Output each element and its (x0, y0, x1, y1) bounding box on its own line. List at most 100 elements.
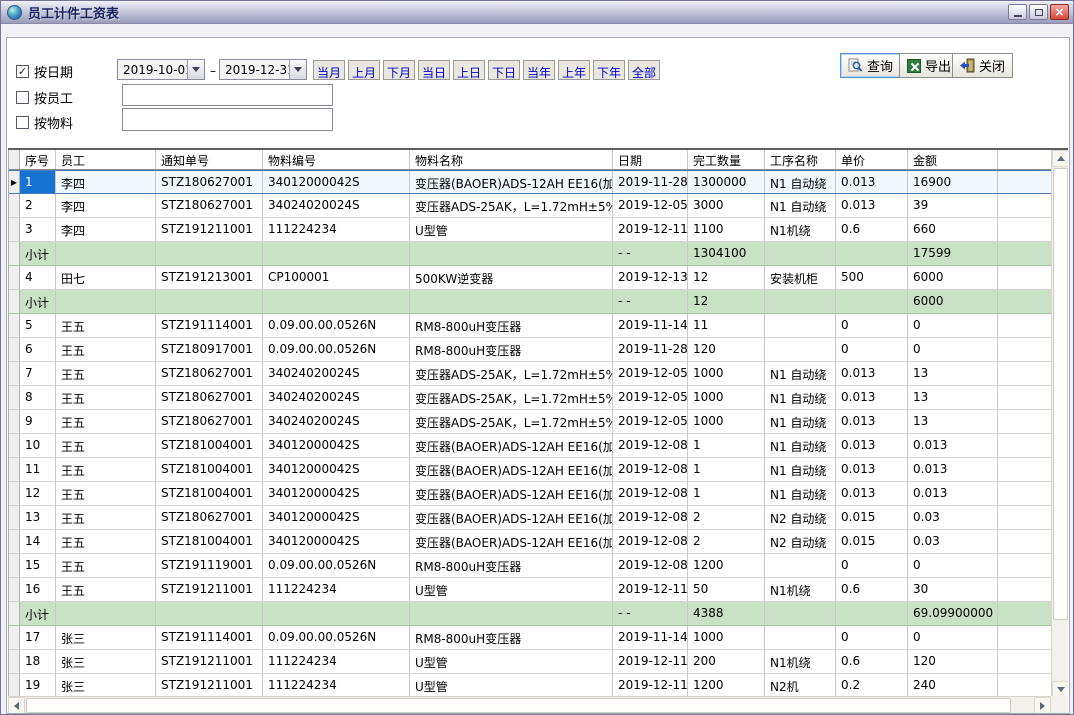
row-marker-cell[interactable] (9, 218, 20, 241)
table-row[interactable]: 12王五STZ18100400134012000042S变压器(BAOER)AD… (9, 482, 1051, 506)
row-marker-cell[interactable] (9, 578, 20, 601)
column-header[interactable]: 通知单号 (156, 150, 263, 169)
table-row[interactable]: 8王五STZ18062700134024020024S变压器ADS-25AK，L… (9, 386, 1051, 410)
cell: 500KW逆变器 (410, 266, 613, 289)
table-row[interactable]: 17张三STZ1911140010.09.00.00.0526NRM8-800u… (9, 626, 1051, 650)
cell: 王五 (56, 434, 156, 457)
quick-range-next-month[interactable]: 下月 (383, 60, 415, 80)
date-from-combo[interactable]: 2019-10-01 (117, 59, 205, 80)
row-marker-cell[interactable] (9, 194, 20, 217)
table-row[interactable]: 16王五STZ191211001111224234U型管2019-12-1150… (9, 578, 1051, 602)
row-marker-cell[interactable] (9, 674, 20, 697)
quick-range-prev-month[interactable]: 上月 (348, 60, 380, 80)
quick-range-current-month[interactable]: 当月 (313, 60, 345, 80)
query-button[interactable]: 查询 (840, 53, 901, 78)
cell: 13 (908, 386, 998, 409)
scroll-left-button[interactable] (8, 697, 25, 713)
table-row[interactable]: 2李四STZ18062700134024020024S变压器ADS-25AK，L… (9, 194, 1051, 218)
maximize-button[interactable] (1029, 4, 1048, 20)
row-marker-cell[interactable] (9, 482, 20, 505)
table-row[interactable]: 3李四STZ191211001111224234U型管2019-12-11110… (9, 218, 1051, 242)
table-row[interactable]: 13王五STZ18062700134012000042S变压器(BAOER)AD… (9, 506, 1051, 530)
material-input[interactable] (122, 108, 333, 131)
scroll-up-button[interactable] (1052, 150, 1068, 167)
row-marker-cell[interactable] (9, 458, 20, 481)
row-marker-cell[interactable] (9, 602, 20, 625)
column-header[interactable]: 工序名称 (765, 150, 836, 169)
row-marker-cell[interactable] (9, 386, 20, 409)
column-header[interactable]: 金额 (908, 150, 998, 169)
row-marker-cell[interactable] (9, 266, 20, 289)
cell: 16900 (908, 171, 998, 193)
quick-range-current-year[interactable]: 当年 (523, 60, 555, 80)
row-marker-cell[interactable] (9, 290, 20, 313)
cell: 王五 (56, 506, 156, 529)
column-header[interactable]: 序号 (20, 150, 56, 169)
cell: U型管 (410, 578, 613, 601)
table-row[interactable]: 14王五STZ18100400134012000042S变压器(BAOER)AD… (9, 530, 1051, 554)
date-from-dropdown-button[interactable] (187, 60, 204, 79)
horizontal-scroll-thumb[interactable] (26, 698, 1011, 713)
date-to-combo[interactable]: 2019-12-31 (219, 59, 307, 80)
horizontal-scrollbar[interactable] (8, 696, 1051, 713)
table-row[interactable]: 10王五STZ18100400134012000042S变压器(BAOER)AD… (9, 434, 1051, 458)
quick-range-prev-day[interactable]: 上日 (453, 60, 485, 80)
row-marker-cell[interactable] (9, 338, 20, 361)
row-marker-cell[interactable] (9, 410, 20, 433)
employee-input[interactable] (122, 84, 333, 106)
quick-range-all[interactable]: 全部 (628, 60, 660, 80)
row-marker-cell[interactable] (9, 650, 20, 673)
close-window-button[interactable]: × (1050, 4, 1069, 20)
row-marker-cell[interactable] (9, 362, 20, 385)
table-row[interactable]: 15王五STZ1911190010.09.00.00.0526NRM8-800u… (9, 554, 1051, 578)
row-marker-cell[interactable] (9, 554, 20, 577)
cell: 变压器(BAOER)ADS-12AH EE16(加厚 (410, 434, 613, 457)
table-row[interactable]: 7王五STZ18062700134024020024S变压器ADS-25AK，L… (9, 362, 1051, 386)
scroll-right-button[interactable] (1034, 697, 1051, 713)
column-header[interactable]: 员工 (56, 150, 156, 169)
row-marker-cell[interactable]: ▶ (9, 171, 20, 193)
table-row[interactable]: 11王五STZ18100400134012000042S变压器(BAOER)AD… (9, 458, 1051, 482)
table-row[interactable]: 18张三STZ191211001111224234U型管2019-12-1120… (9, 650, 1051, 674)
table-row[interactable]: 9王五STZ18062700134024020024S变压器ADS-25AK，L… (9, 410, 1051, 434)
by-material-checkbox[interactable] (16, 116, 29, 129)
quick-range-prev-year[interactable]: 上年 (558, 60, 590, 80)
quick-range-current-day[interactable]: 当日 (418, 60, 450, 80)
table-row[interactable]: 4田七STZ191213001CP100001500KW逆变器2019-12-1… (9, 266, 1051, 290)
table-row[interactable]: 19张三STZ191211001111224234U型管2019-12-1112… (9, 674, 1051, 698)
minimize-button[interactable] (1008, 4, 1027, 20)
cell: RM8-800uH变压器 (410, 338, 613, 361)
subtotal-row[interactable]: 小计- -438869.09900000 (9, 602, 1051, 626)
cell: 2019-12-05 (613, 194, 688, 217)
column-header[interactable]: 物料编号 (263, 150, 410, 169)
cell: 1200 (688, 554, 765, 577)
table-row[interactable]: ▶1李四STZ18062700134012000042S变压器(BAOER)AD… (9, 170, 1051, 194)
row-marker-cell[interactable] (9, 530, 20, 553)
cell: 2019-12-08 (613, 458, 688, 481)
by-employee-checkbox[interactable] (16, 91, 29, 104)
column-header[interactable]: 完工数量 (688, 150, 765, 169)
quick-range-next-day[interactable]: 下日 (488, 60, 520, 80)
row-filler-cell (998, 410, 1051, 433)
row-marker-cell[interactable] (9, 626, 20, 649)
export-button[interactable]: 导出 (899, 53, 959, 78)
column-header[interactable]: 单价 (836, 150, 908, 169)
row-marker-cell[interactable] (9, 242, 20, 265)
subtotal-row[interactable]: 小计- -130410017599 (9, 242, 1051, 266)
cell: 王五 (56, 554, 156, 577)
by-date-checkbox[interactable]: ✓ (16, 65, 29, 78)
vertical-scrollbar[interactable] (1051, 150, 1068, 698)
row-marker-cell[interactable] (9, 506, 20, 529)
cell: 2019-12-08 (613, 530, 688, 553)
table-row[interactable]: 5王五STZ1911140010.09.00.00.0526NRM8-800uH… (9, 314, 1051, 338)
subtotal-row[interactable]: 小计- -126000 (9, 290, 1051, 314)
row-marker-cell[interactable] (9, 314, 20, 337)
column-header[interactable]: 物料名称 (410, 150, 613, 169)
date-to-dropdown-button[interactable] (289, 60, 306, 79)
quick-range-next-year[interactable]: 下年 (593, 60, 625, 80)
vertical-scroll-thumb[interactable] (1053, 168, 1068, 620)
close-form-button[interactable]: 关闭 (952, 53, 1013, 78)
table-row[interactable]: 6王五STZ1809170010.09.00.00.0526NRM8-800uH… (9, 338, 1051, 362)
column-header[interactable]: 日期 (613, 150, 688, 169)
row-marker-cell[interactable] (9, 434, 20, 457)
